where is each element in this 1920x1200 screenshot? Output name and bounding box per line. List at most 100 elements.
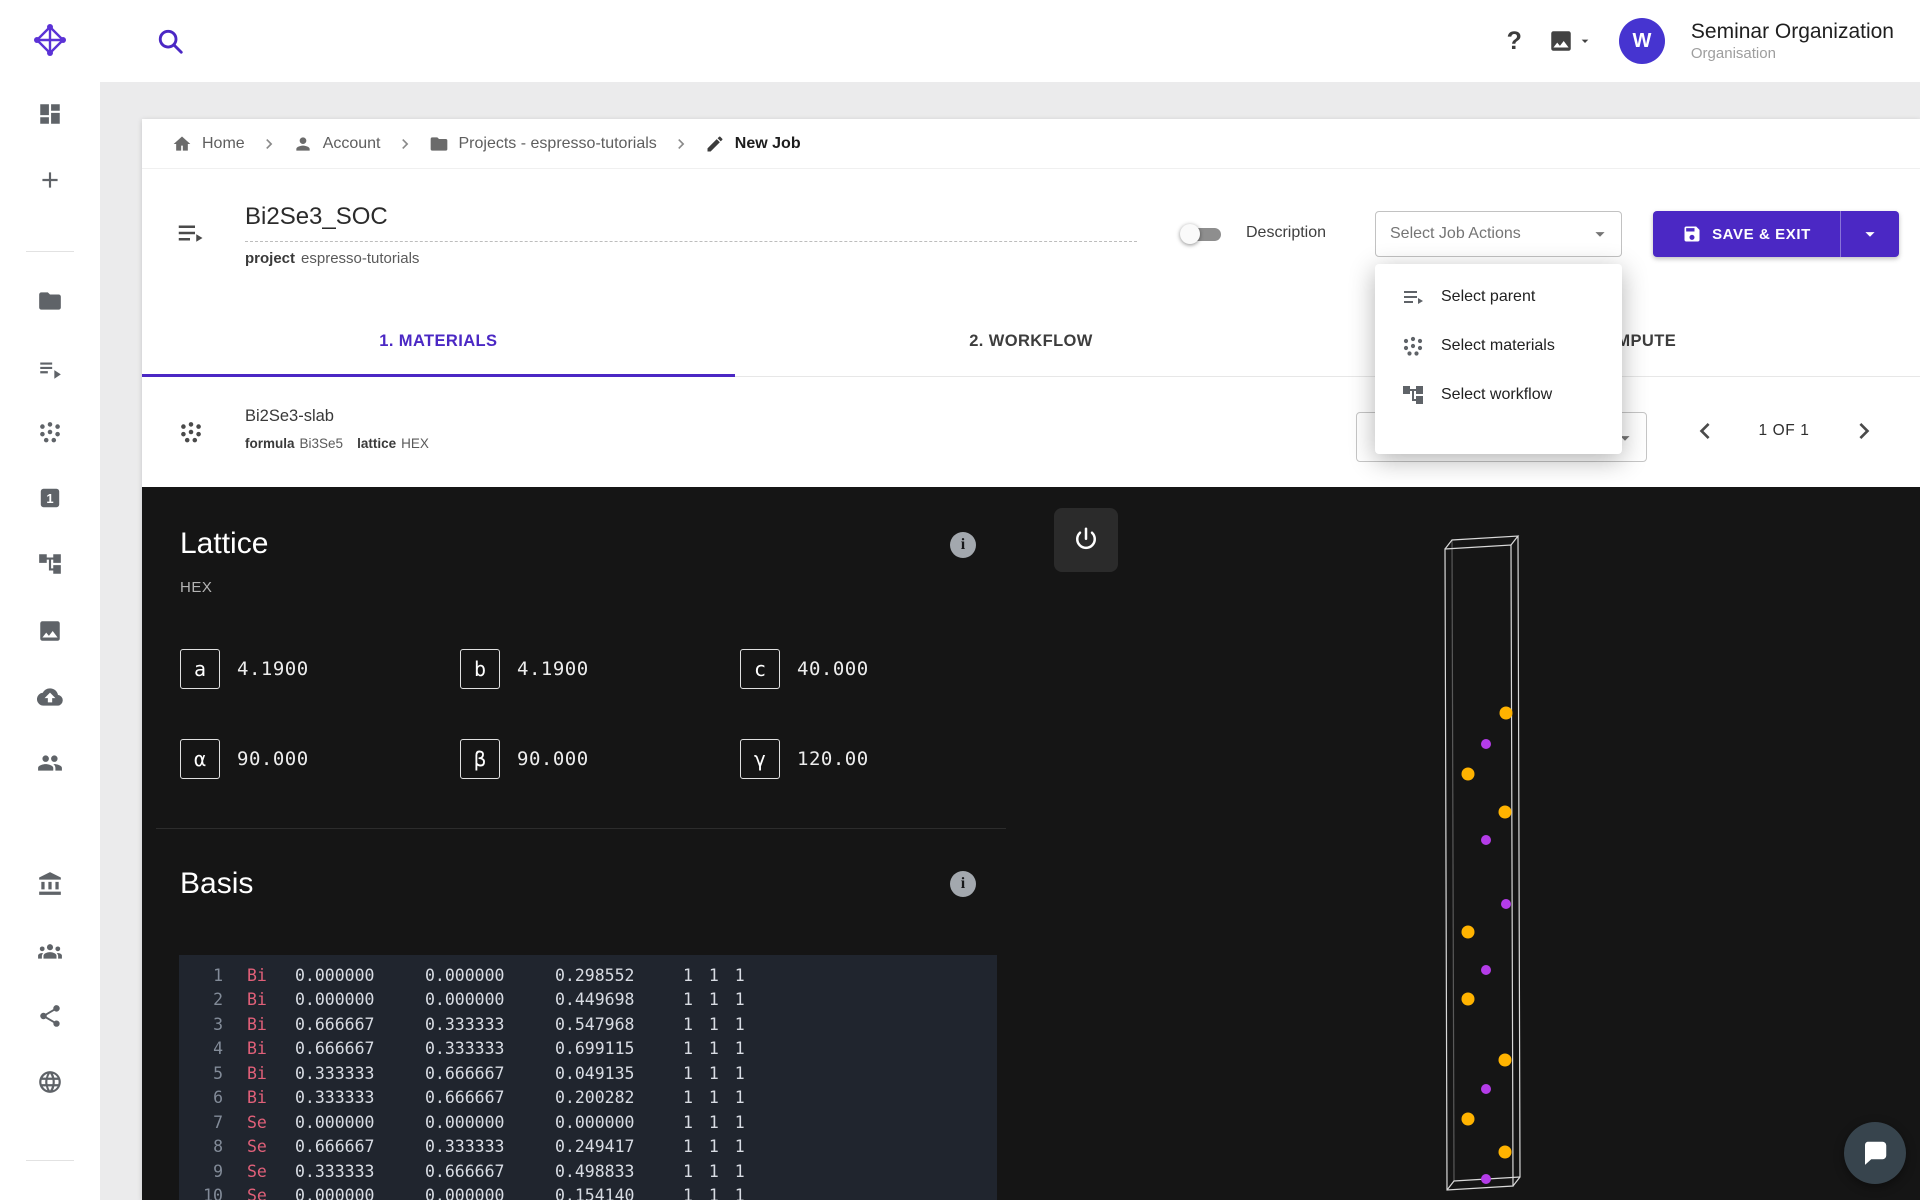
- menu-item-label: Select workflow: [1441, 386, 1552, 404]
- tab-1-materials[interactable]: 1. MATERIALS: [142, 306, 735, 376]
- param-value[interactable]: 40.000: [797, 658, 869, 680]
- coord-x: 0.000000: [295, 966, 425, 985]
- coord-z: 0.699115: [555, 1039, 665, 1058]
- sidebar-item-groups[interactable]: [37, 938, 63, 964]
- job-actions-select[interactable]: Select Job Actions: [1375, 211, 1622, 257]
- line-number: 7: [193, 1113, 223, 1132]
- coord-y: 0.666667: [425, 1162, 555, 1181]
- description-toggle[interactable]: [1180, 222, 1226, 246]
- param-symbol: α: [180, 739, 220, 779]
- media-menu-icon[interactable]: [1548, 28, 1593, 54]
- tab-2-workflow[interactable]: 2. WORKFLOW: [735, 306, 1328, 376]
- param-value[interactable]: 90.000: [517, 748, 589, 770]
- line-number: 6: [193, 1088, 223, 1107]
- coord-y: 0.000000: [425, 990, 555, 1009]
- coord-y: 0.333333: [425, 1039, 555, 1058]
- atom-Se: [1462, 926, 1475, 939]
- sidebar-item-globe[interactable]: [37, 1069, 63, 1095]
- coord-y: 0.333333: [425, 1015, 555, 1034]
- material-atoms-icon: [178, 419, 204, 445]
- chat-button[interactable]: [1844, 1122, 1906, 1184]
- save-exit-dropdown-button[interactable]: [1841, 211, 1899, 257]
- coord-x: 0.000000: [295, 1113, 425, 1132]
- help-icon[interactable]: ?: [1507, 27, 1522, 56]
- basis-row: 8Se0.6666670.3333330.2494171 1 1: [193, 1135, 997, 1160]
- param-value[interactable]: 4.1900: [517, 658, 589, 680]
- lattice-param-b: b4.1900: [460, 648, 589, 690]
- chevron-right-icon: [259, 134, 279, 154]
- line-number: 5: [193, 1064, 223, 1083]
- sidebar-item-bank[interactable]: [37, 871, 63, 897]
- folder-icon: [429, 134, 449, 154]
- element-symbol: Bi: [247, 1064, 295, 1083]
- param-value[interactable]: 4.1900: [237, 658, 309, 680]
- caret-down-icon: [1577, 33, 1593, 49]
- org-name: Seminar Organization: [1691, 19, 1894, 45]
- sidebar-item-team[interactable]: [37, 750, 63, 776]
- breadcrumb-label: Projects - espresso-tutorials: [459, 135, 657, 153]
- sidebar-item-plus[interactable]: [37, 167, 63, 193]
- basis-code-editor[interactable]: 1Bi0.0000000.0000000.2985521 1 12Bi0.000…: [179, 955, 997, 1200]
- sidebar-item-jobs-list[interactable]: [37, 356, 63, 382]
- constraints: 1 1 1: [683, 1064, 748, 1083]
- constraints: 1 1 1: [683, 1113, 748, 1132]
- avatar[interactable]: W: [1619, 18, 1665, 64]
- atom-Bi: [1481, 835, 1491, 845]
- basis-row: 5Bi0.3333330.6666670.0491351 1 1: [193, 1061, 997, 1086]
- breadcrumb-item-projects-espresso-tutorials[interactable]: Projects - espresso-tutorials: [429, 134, 657, 154]
- menu-item-select-materials[interactable]: Select materials: [1375, 321, 1622, 370]
- job-title[interactable]: Bi2Se3_SOC: [245, 203, 388, 231]
- line-number: 9: [193, 1162, 223, 1181]
- atom-Bi: [1481, 1084, 1491, 1094]
- job-project: projectespresso-tutorials: [245, 250, 419, 267]
- lattice-info-icon[interactable]: i: [950, 532, 976, 558]
- breadcrumb-item-account[interactable]: Account: [293, 134, 381, 154]
- param-value[interactable]: 90.000: [237, 748, 309, 770]
- line-number: 3: [193, 1015, 223, 1034]
- param-value[interactable]: 120.00: [797, 748, 869, 770]
- coord-x: 0.000000: [295, 990, 425, 1009]
- title-underline: [245, 241, 1137, 242]
- save-exit-button[interactable]: SAVE & EXIT: [1653, 211, 1899, 257]
- lattice-params: a4.1900b4.1900c40.000α90.000β90.000γ120.…: [180, 648, 1000, 783]
- coord-z: 0.449698: [555, 990, 665, 1009]
- app-logo-icon[interactable]: [30, 20, 70, 60]
- sidebar-item-workflows[interactable]: [37, 551, 63, 577]
- coord-y: 0.666667: [425, 1064, 555, 1083]
- power-button[interactable]: [1054, 508, 1118, 572]
- constraints: 1 1 1: [683, 1137, 748, 1156]
- pagination-prev-button[interactable]: [1689, 415, 1721, 447]
- sidebar-item-folder[interactable]: [37, 288, 63, 314]
- menu-item-select-parent[interactable]: Select parent: [1375, 272, 1622, 321]
- sidebar-item-images[interactable]: [37, 618, 63, 644]
- breadcrumb-item-home[interactable]: Home: [172, 134, 245, 154]
- pagination-label: 1 OF 1: [1734, 422, 1834, 440]
- breadcrumb-item-new-job[interactable]: New Job: [705, 134, 801, 154]
- caret-down-icon: [1589, 223, 1611, 245]
- atom-Se: [1500, 707, 1513, 720]
- atoms-group: [1462, 707, 1513, 1185]
- menu-item-select-workflow[interactable]: Select workflow: [1375, 370, 1622, 419]
- pagination-next-button[interactable]: [1848, 415, 1880, 447]
- sidebar-item-share[interactable]: [37, 1003, 63, 1029]
- element-symbol: Se: [247, 1162, 295, 1181]
- save-icon: [1682, 224, 1702, 244]
- line-number: 2: [193, 990, 223, 1009]
- sidebar-item-one-box[interactable]: 1: [37, 485, 63, 511]
- atom-Se: [1462, 1113, 1475, 1126]
- home-icon: [172, 134, 192, 154]
- sidebar-item-dashboard[interactable]: [37, 101, 63, 127]
- lattice-param-γ: γ120.00: [740, 738, 869, 780]
- line-number: 10: [193, 1186, 223, 1200]
- basis-info-icon[interactable]: i: [950, 871, 976, 897]
- sidebar-item-materials[interactable]: [37, 419, 63, 445]
- formula-value: Bi3Se5: [300, 436, 344, 451]
- menu-item-label: Select parent: [1441, 288, 1535, 306]
- menu-open-icon[interactable]: [175, 218, 205, 248]
- search-icon[interactable]: [155, 26, 185, 56]
- constraints: 1 1 1: [683, 1039, 748, 1058]
- basis-row: 10Se0.0000000.0000000.1541401 1 1: [193, 1184, 997, 1200]
- material-editor-panel: Lattice i HEX a4.1900b4.1900c40.000α90.0…: [142, 487, 1920, 1200]
- chevron-right-icon: [395, 134, 415, 154]
- sidebar-item-cloud-upload[interactable]: [37, 684, 63, 710]
